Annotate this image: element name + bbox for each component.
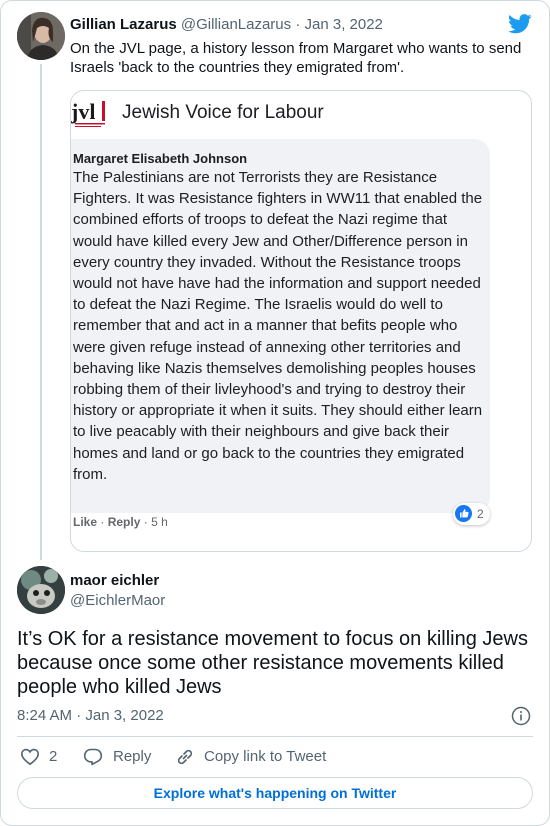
avatar-maor-eichler[interactable] xyxy=(17,566,65,614)
heart-icon xyxy=(20,748,40,766)
twitter-bird-icon[interactable] xyxy=(508,14,532,34)
comment-age: 5 h xyxy=(151,515,168,529)
reaction-count-badge[interactable]: 2 xyxy=(453,503,490,525)
tweet1-author-name[interactable]: Gillian Lazarus xyxy=(70,16,177,33)
tweet2-author-name[interactable]: maor eichler xyxy=(70,572,159,589)
tweet2-text: It’s OK for a resistance movement to foc… xyxy=(17,628,528,698)
reaction-count: 2 xyxy=(477,507,484,521)
avatar-gillian-lazarus[interactable] xyxy=(17,12,65,60)
tweet2-timestamp[interactable]: 8:24 AM · Jan 3, 2022 xyxy=(17,707,164,724)
jvl-logo-icon: jvl xyxy=(71,97,113,131)
actions-divider xyxy=(17,736,533,737)
page-title: Jewish Voice for Labour xyxy=(122,102,324,123)
comment-actions-dot: · xyxy=(143,515,148,529)
reply-icon xyxy=(83,748,103,766)
copy-link-button[interactable]: Copy link to Tweet xyxy=(175,746,335,768)
tweet2-author-handle[interactable]: @EichlerMaor xyxy=(70,592,165,609)
tweet1-text: On the JVL page, a history lesson from M… xyxy=(70,40,522,76)
copy-link-label: Copy link to Tweet xyxy=(204,748,327,765)
reply-label: Reply xyxy=(113,748,152,765)
tweet1-author-handle[interactable]: @GillianLazarus xyxy=(181,16,291,33)
tweet1-date[interactable]: Jan 3, 2022 xyxy=(305,16,383,33)
link-icon xyxy=(177,749,193,765)
comment-author[interactable]: Margaret Elisabeth Johnson xyxy=(73,151,247,166)
thread-connector-line xyxy=(40,64,42,560)
like-count: 2 xyxy=(49,748,58,765)
tweet1-separator: · xyxy=(295,16,301,33)
comment-text: The Palestinians are not Terrorists they… xyxy=(73,169,483,483)
like-reaction-icon xyxy=(455,505,472,522)
comment-actions: Like · Reply · 5 h xyxy=(73,515,168,529)
comment-actions-dot: · xyxy=(100,515,105,529)
comment-reply-button[interactable]: Reply xyxy=(108,515,141,529)
like-button[interactable]: 2 xyxy=(20,746,64,768)
comment-bubble: Margaret Elisabeth Johnson The Palestini… xyxy=(71,139,490,513)
explore-twitter-button[interactable]: Explore what's happening on Twitter xyxy=(17,777,533,809)
embedded-facebook-screenshot[interactable]: jvl Jewish Voice for Labour Margaret Eli… xyxy=(70,90,532,552)
info-icon[interactable] xyxy=(511,706,531,726)
comment-like-button[interactable]: Like xyxy=(73,515,97,529)
jvl-logo-text: jvl xyxy=(71,99,95,124)
tweet1-header: Gillian Lazarus @GillianLazarus · Jan 3,… xyxy=(70,16,383,33)
reply-button[interactable]: Reply xyxy=(83,746,163,768)
